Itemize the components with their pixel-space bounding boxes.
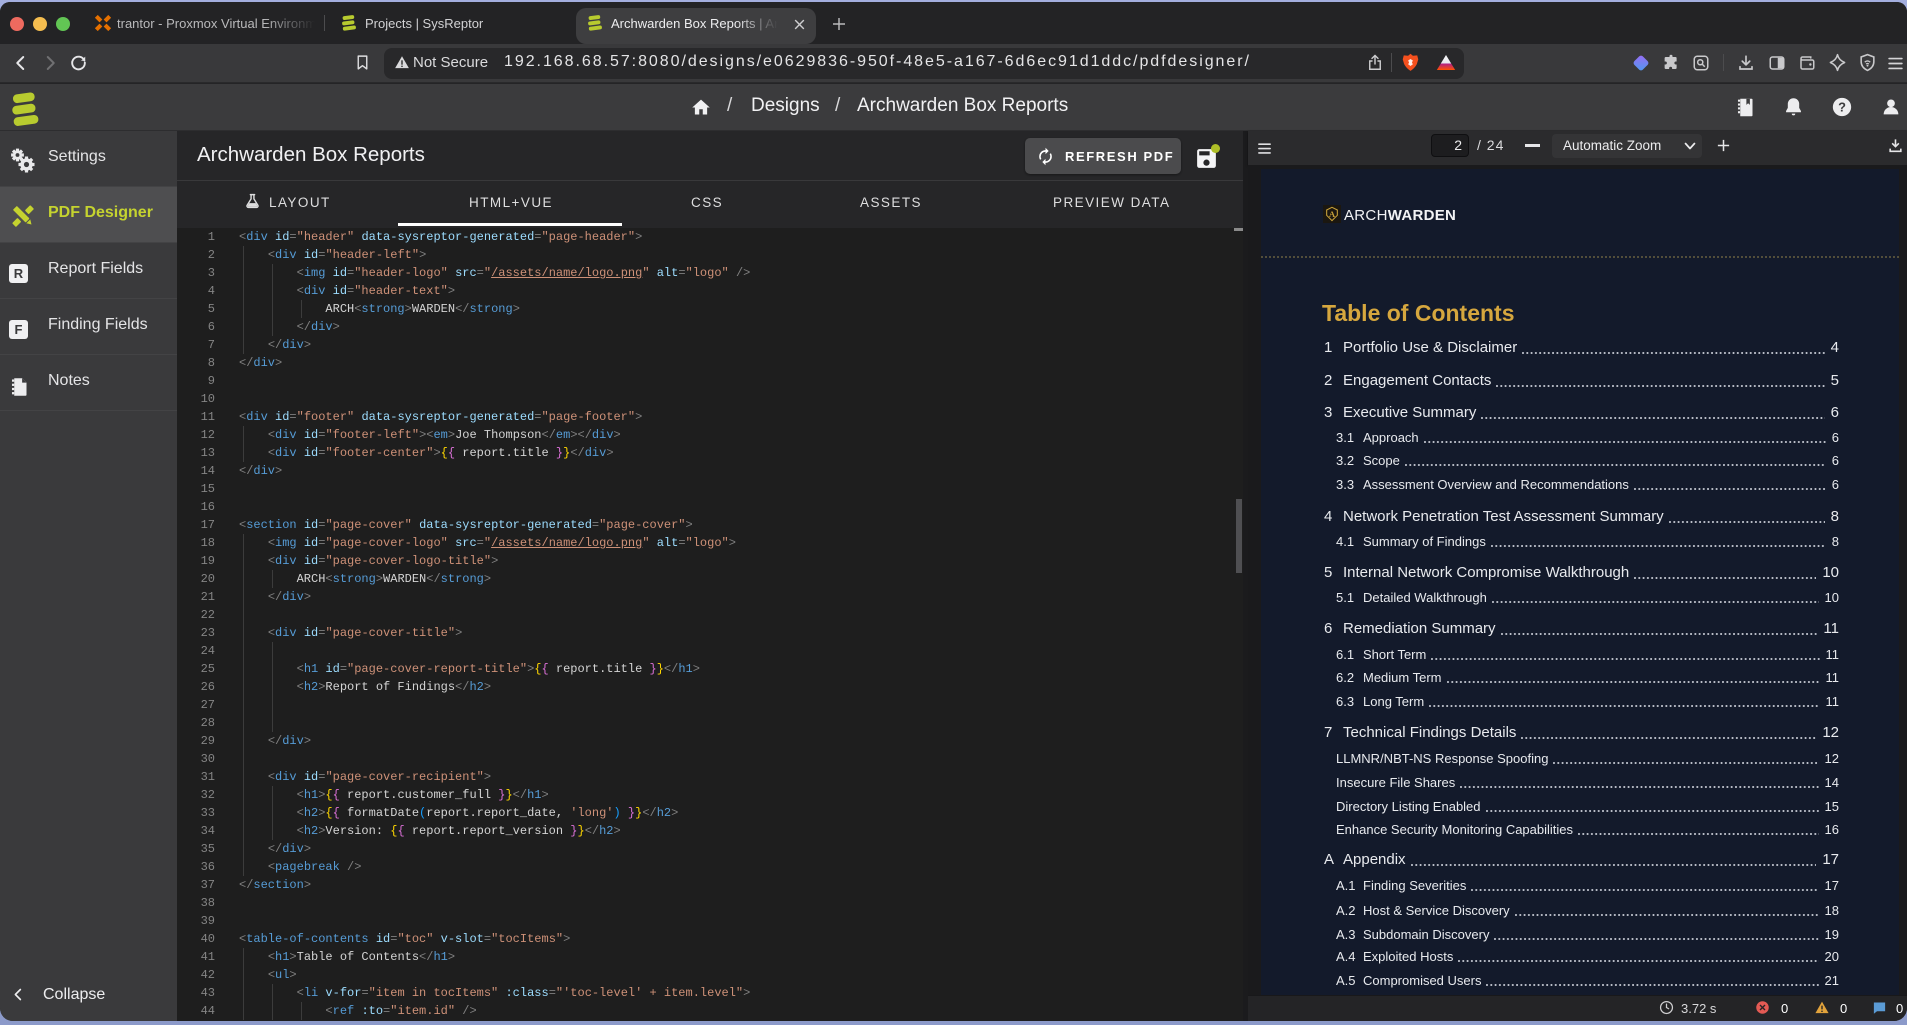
svg-text:?: ? xyxy=(1838,100,1846,115)
svg-text:A: A xyxy=(1329,209,1336,219)
